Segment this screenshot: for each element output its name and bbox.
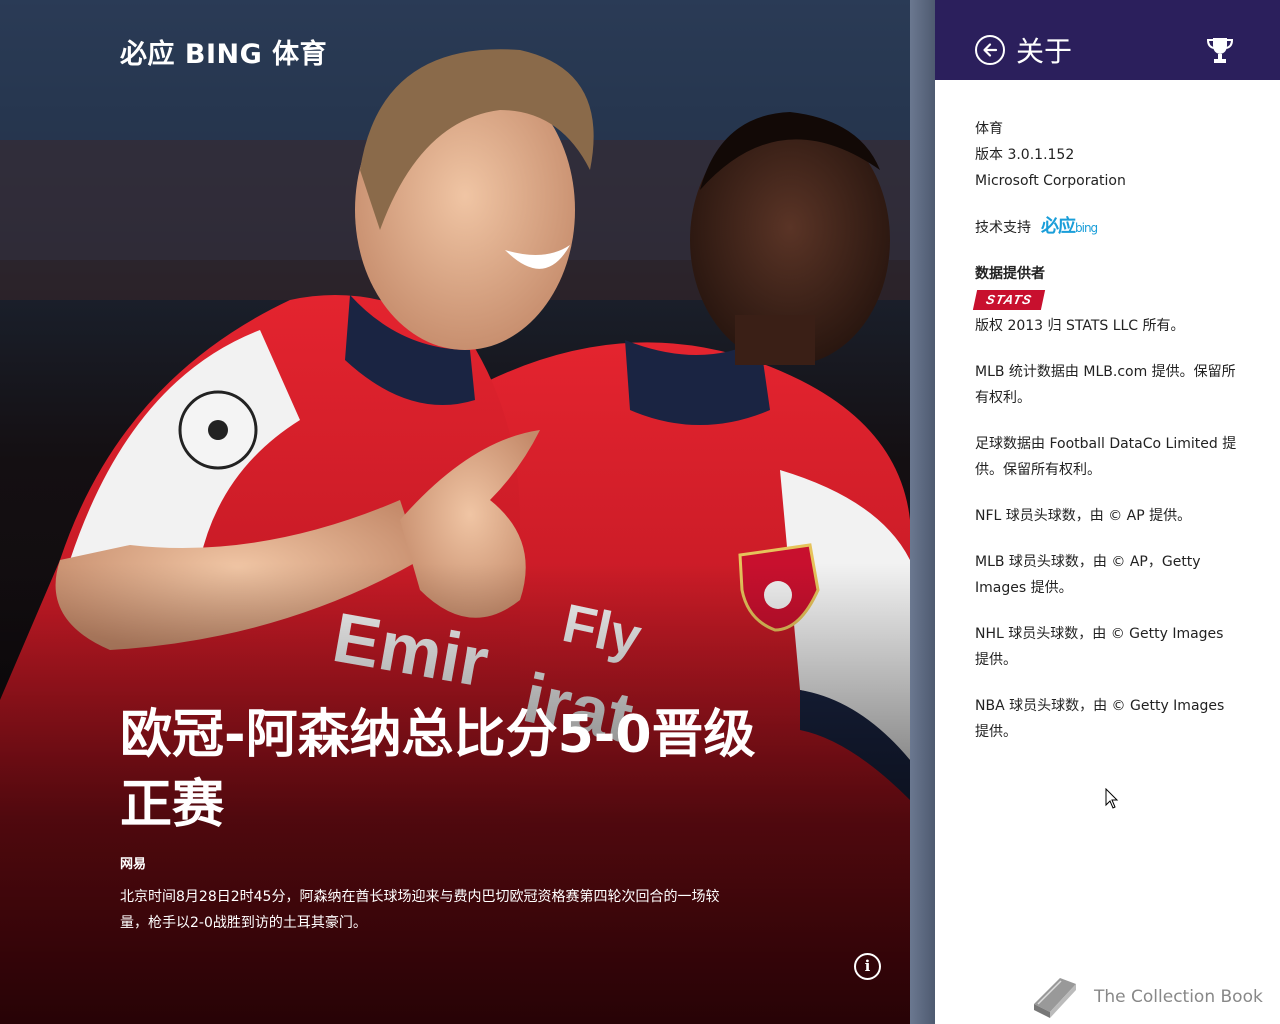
copyright-text: 版权 2013 归 STATS LLC 所有。 <box>975 318 1185 334</box>
mlb-headshot-credit: MLB 球员头球数，由 © AP，Getty Images 提供。 <box>975 554 1201 596</box>
bing-logo[interactable]: 必应bing <box>1041 214 1098 241</box>
article-summary: 北京时间8月28日2时45分，阿森纳在酋长球场迎来与费内巴切欧冠资格赛第四轮次回… <box>120 889 720 931</box>
back-arrow-icon[interactable] <box>975 35 1005 65</box>
article-source: 网易 <box>120 857 147 872</box>
watermark: The Collection Book <box>1030 974 1263 1020</box>
pane-title: 关于 <box>1016 35 1073 68</box>
stats-logo: STATS <box>972 290 1046 310</box>
book-icon <box>1034 978 1076 1018</box>
version-text: 版本 3.0.1.152 <box>975 147 1075 163</box>
nba-headshot-credit: NBA 球员头球数，由 © Getty Images 提供。 <box>975 698 1225 740</box>
watermark-text: The Collection Book <box>1094 987 1263 1007</box>
hero-article[interactable]: Emir Fly irat 必应 BING 体育 欧冠-阿森纳总比分5-0晋级正… <box>0 0 910 1024</box>
mlb-stats-credit: MLB 统计数据由 MLB.com 提供。保留所有权利。 <box>975 364 1236 406</box>
bing-logo-text: 必应 <box>1041 216 1076 237</box>
tech-support-row: 技术支持 必应bing <box>975 214 1240 241</box>
nfl-headshot-credit: NFL 球员头球数，由 © AP 提供。 <box>975 508 1192 524</box>
pane-header: 关于 <box>935 0 1280 80</box>
nhl-headshot-credit: NHL 球员头球数，由 © Getty Images 提供。 <box>975 626 1224 668</box>
soccer-data-credit: 足球数据由 Football DataCo Limited 提供。保留所有权利。 <box>975 436 1237 478</box>
company-text: Microsoft Corporation <box>975 173 1126 189</box>
about-pane: 关于 体育 版本 3.0.1.152 Microsoft Corporation… <box>935 0 1280 1024</box>
app-title[interactable]: 必应 BING 体育 <box>120 32 327 71</box>
pane-divider <box>910 0 935 1024</box>
trophy-icon[interactable] <box>1205 35 1235 65</box>
info-icon[interactable]: i <box>854 953 881 980</box>
article-headline[interactable]: 欧冠-阿森纳总比分5-0晋级正赛 <box>120 700 780 840</box>
app-name: 体育 <box>975 121 1003 137</box>
tech-support-label: 技术支持 <box>975 219 1031 236</box>
about-content: 体育 版本 3.0.1.152 Microsoft Corporation 技术… <box>935 80 1280 745</box>
data-provider-label: 数据提供者 <box>975 266 1045 282</box>
bing-logo-small: bing <box>1075 221 1098 235</box>
mouse-cursor-icon <box>1105 788 1119 809</box>
